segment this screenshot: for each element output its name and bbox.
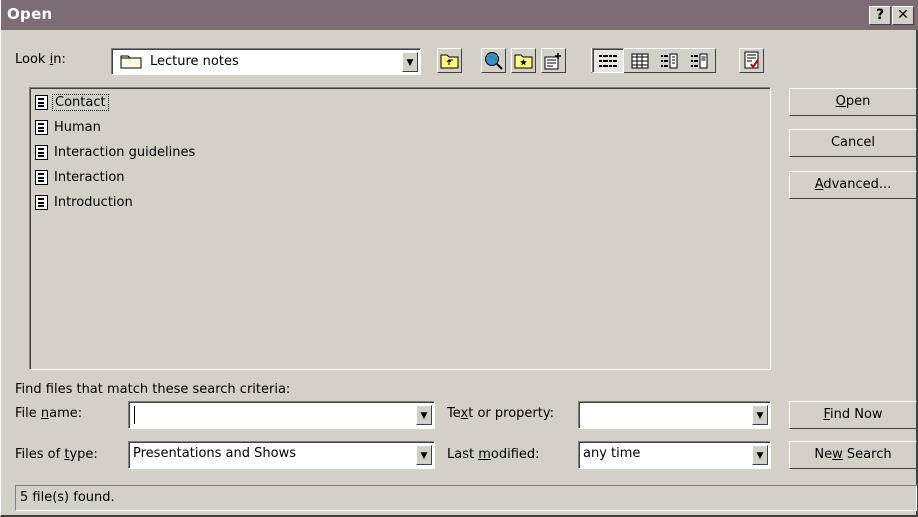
file-name: Contact <box>52 93 109 111</box>
presentation-file-icon <box>34 144 50 161</box>
presentation-file-icon <box>34 169 50 186</box>
favorites-folder-icon <box>514 54 533 68</box>
last-modified-label: Last modified: <box>447 447 540 462</box>
file-name: Introduction <box>54 194 133 210</box>
file-item-interaction-guidelines[interactable]: Interaction guidelines <box>34 141 197 163</box>
globe-search-icon <box>485 52 503 70</box>
last-modified-dropdown[interactable]: ▼ <box>752 445 768 465</box>
close-button[interactable]: ✕ <box>892 6 914 25</box>
title-bar[interactable]: Open ? ✕ <box>1 0 918 30</box>
look-in-label: Look in: <box>15 52 66 67</box>
chevron-down-icon: ▼ <box>420 411 428 421</box>
open-dialog: Open ? ✕ Look in: Lecture notes ▼ Contac… <box>0 0 918 517</box>
files-of-type-combo[interactable]: Presentations and Shows ▼ <box>128 441 435 469</box>
file-item-interaction[interactable]: Interaction <box>34 166 127 188</box>
file-name: Interaction <box>54 169 125 185</box>
chevron-down-icon: ▼ <box>420 451 428 461</box>
up-folder-icon <box>440 54 459 68</box>
advanced-button[interactable]: Advanced... <box>789 171 917 199</box>
add-favorites-icon <box>544 52 561 69</box>
status-bar: 5 file(s) found. <box>15 485 917 511</box>
text-or-property-dropdown[interactable]: ▼ <box>752 405 768 425</box>
commands-settings-icon <box>744 51 759 69</box>
chevron-down-icon: ▼ <box>756 451 764 461</box>
cancel-button[interactable]: Cancel <box>789 129 917 157</box>
search-web-button[interactable] <box>481 48 506 73</box>
look-in-combo[interactable]: Lecture notes ▼ <box>111 48 421 75</box>
file-name-label: File name: <box>15 406 83 421</box>
file-name-combo[interactable]: ▼ <box>128 401 435 429</box>
last-modified-combo[interactable]: any time ▼ <box>578 441 771 469</box>
last-modified-value: any time <box>583 446 641 461</box>
help-button[interactable]: ? <box>869 6 891 25</box>
details-view-icon <box>631 53 649 68</box>
list-view-icon <box>599 54 617 67</box>
dialog-title: Open <box>7 5 53 23</box>
add-to-favorites-button[interactable] <box>541 48 566 73</box>
folder-icon <box>120 53 142 69</box>
file-name: Interaction guidelines <box>54 144 196 160</box>
find-now-button[interactable]: Find Now <box>789 401 917 429</box>
file-name-dropdown[interactable]: ▼ <box>416 405 432 425</box>
text-or-property-label: Text or property: <box>447 406 554 421</box>
new-search-button[interactable]: New Search <box>789 441 917 469</box>
commands-and-settings-button[interactable] <box>739 48 764 73</box>
preview-view-icon <box>691 53 708 68</box>
file-name: Human <box>54 119 101 135</box>
search-criteria-heading: Find files that match these search crite… <box>15 382 291 397</box>
properties-view-button[interactable] <box>655 49 683 72</box>
view-button-group <box>591 48 716 73</box>
chevron-down-icon: ▼ <box>406 58 414 68</box>
text-or-property-combo[interactable]: ▼ <box>578 401 771 429</box>
look-in-value: Lecture notes <box>150 54 239 69</box>
files-of-type-value: Presentations and Shows <box>133 446 296 461</box>
details-view-button[interactable] <box>626 49 654 72</box>
preview-view-button[interactable] <box>685 49 713 72</box>
file-item-human[interactable]: Human <box>34 116 103 138</box>
text-cursor <box>134 406 135 424</box>
presentation-file-icon <box>34 119 50 136</box>
file-list[interactable]: Contact Human Interaction guidelines Int… <box>29 87 771 370</box>
file-item-introduction[interactable]: Introduction <box>34 191 135 213</box>
files-of-type-dropdown[interactable]: ▼ <box>416 445 432 465</box>
up-one-level-button[interactable] <box>437 48 462 73</box>
presentation-file-icon <box>34 194 50 211</box>
chevron-down-icon: ▼ <box>756 411 764 421</box>
presentation-file-icon <box>34 94 50 111</box>
list-view-button[interactable] <box>592 48 624 73</box>
look-in-favorites-button[interactable] <box>511 48 536 73</box>
properties-view-icon <box>661 53 678 68</box>
file-item-contact[interactable]: Contact <box>34 91 109 113</box>
files-of-type-label: Files of type: <box>15 447 98 462</box>
look-in-dropdown[interactable]: ▼ <box>402 52 418 72</box>
open-button[interactable]: Open <box>789 88 917 116</box>
